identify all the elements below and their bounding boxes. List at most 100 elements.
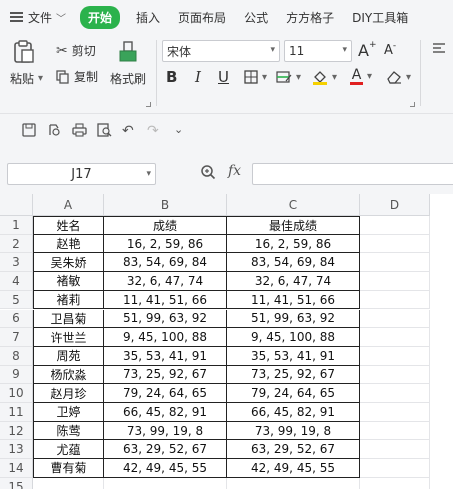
table-header-cell[interactable]: 最佳成绩 xyxy=(227,216,360,235)
table-cell[interactable]: 32, 6, 47, 74 xyxy=(227,272,360,291)
increase-font-button[interactable]: A + xyxy=(358,40,377,61)
copy-button[interactable]: 复制 xyxy=(56,68,98,85)
table-cell[interactable]: 63, 29, 52, 67 xyxy=(104,440,227,460)
underline-button[interactable]: U xyxy=(218,68,229,86)
row-header[interactable]: 5 xyxy=(0,290,33,310)
row-header[interactable]: 8 xyxy=(0,346,33,366)
row-header[interactable]: 4 xyxy=(0,272,33,291)
table-cell[interactable]: 79, 24, 64, 65 xyxy=(227,384,360,403)
grid-cell[interactable] xyxy=(360,384,430,403)
table-cell[interactable]: 许世兰 xyxy=(33,328,104,347)
grid-cell[interactable] xyxy=(360,272,430,291)
grid-cell[interactable] xyxy=(360,365,430,385)
table-cell[interactable]: 35, 53, 41, 91 xyxy=(104,346,227,366)
grid-cell[interactable] xyxy=(360,421,430,441)
table-cell[interactable]: 51, 99, 63, 92 xyxy=(227,309,360,329)
table-cell[interactable]: 尤蕴 xyxy=(33,440,104,460)
grid-cell[interactable] xyxy=(104,477,227,489)
fill-color-button[interactable]: ▾ xyxy=(312,69,337,85)
italic-button[interactable]: I xyxy=(195,68,201,86)
table-cell[interactable]: 9, 45, 100, 88 xyxy=(227,328,360,347)
column-header-b[interactable]: B xyxy=(104,194,227,216)
row-header[interactable]: 11 xyxy=(0,403,33,422)
align-button[interactable] xyxy=(432,42,446,54)
table-cell[interactable]: 周苑 xyxy=(33,346,104,366)
grid-cell[interactable] xyxy=(360,290,430,310)
table-cell[interactable]: 赵艳 xyxy=(33,234,104,254)
tab-home[interactable]: 开始 xyxy=(80,5,121,29)
fx-icon[interactable]: fx xyxy=(228,163,241,179)
redo-icon[interactable]: ↷ xyxy=(147,123,159,139)
grid-cell[interactable] xyxy=(360,459,430,478)
spreadsheet-grid[interactable]: A B C D 1 2 3 4 5 6 7 8 9 10 11 12 13 14 15 姓名 成绩 最佳成绩 赵艳 16, 2… xyxy=(0,194,453,489)
export-icon[interactable] xyxy=(47,123,61,141)
grid-cell[interactable] xyxy=(227,477,360,489)
grid-cell[interactable] xyxy=(360,309,430,329)
name-box[interactable]: J17 ▾ xyxy=(7,163,156,185)
table-cell[interactable]: 褚莉 xyxy=(33,290,104,310)
grid-cell[interactable] xyxy=(360,234,430,254)
table-cell[interactable]: 11, 41, 51, 66 xyxy=(227,290,360,310)
row-header[interactable]: 9 xyxy=(0,365,33,385)
tab-diy-toolbox[interactable]: DIY工具箱 xyxy=(352,9,408,26)
zoom-icon[interactable] xyxy=(200,164,216,184)
table-cell[interactable]: 79, 24, 64, 65 xyxy=(104,384,227,403)
font-name-select[interactable]: 宋体 ▾ xyxy=(162,40,280,62)
table-cell[interactable]: 42, 49, 45, 55 xyxy=(227,459,360,478)
grid-cell[interactable] xyxy=(360,477,430,489)
table-cell[interactable]: 吴朱娇 xyxy=(33,253,104,273)
table-cell[interactable]: 赵月珍 xyxy=(33,384,104,403)
grid-cell[interactable] xyxy=(360,403,430,422)
table-cell[interactable]: 褚敏 xyxy=(33,272,104,291)
table-cell[interactable]: 卫昌菊 xyxy=(33,309,104,329)
grid-cell[interactable] xyxy=(360,440,430,460)
row-header[interactable]: 7 xyxy=(0,328,33,347)
cell-format-button[interactable]: ▾ xyxy=(276,70,301,84)
undo-icon[interactable]: ↶ xyxy=(122,123,134,139)
column-header-c[interactable]: C xyxy=(227,194,360,216)
table-cell[interactable]: 73, 99, 19, 8 xyxy=(227,421,360,441)
row-header[interactable]: 13 xyxy=(0,440,33,460)
table-cell[interactable]: 83, 54, 69, 84 xyxy=(227,253,360,273)
table-cell[interactable]: 卫婷 xyxy=(33,403,104,422)
row-header[interactable]: 15 xyxy=(0,477,33,489)
table-cell[interactable]: 35, 53, 41, 91 xyxy=(227,346,360,366)
table-cell[interactable]: 51, 99, 63, 92 xyxy=(104,309,227,329)
cut-button[interactable]: ✂ 剪切 xyxy=(56,42,96,59)
clear-format-button[interactable]: ▾ xyxy=(386,70,411,84)
table-cell[interactable]: 63, 29, 52, 67 xyxy=(227,440,360,460)
grid-cell[interactable] xyxy=(33,477,104,489)
row-header[interactable]: 14 xyxy=(0,459,33,478)
row-header[interactable]: 6 xyxy=(0,309,33,329)
clipboard-dialog-launcher[interactable] xyxy=(146,102,151,107)
bold-button[interactable]: B xyxy=(166,68,177,86)
table-cell[interactable]: 32, 6, 47, 74 xyxy=(104,272,227,291)
table-cell[interactable]: 73, 25, 92, 67 xyxy=(227,365,360,385)
table-cell[interactable]: 16, 2, 59, 86 xyxy=(104,234,227,254)
decrease-font-button[interactable]: A- xyxy=(384,41,396,59)
row-header[interactable]: 1 xyxy=(0,216,33,235)
table-cell[interactable]: 42, 49, 45, 55 xyxy=(104,459,227,478)
font-size-select[interactable]: 11 ▾ xyxy=(284,40,352,62)
table-cell[interactable]: 9, 45, 100, 88 xyxy=(104,328,227,347)
table-cell[interactable]: 16, 2, 59, 86 xyxy=(227,234,360,254)
column-header-d[interactable]: D xyxy=(360,194,430,216)
row-header[interactable]: 2 xyxy=(0,234,33,254)
font-dialog-launcher[interactable] xyxy=(410,102,415,107)
customize-toolbar-icon[interactable]: ⌄ xyxy=(174,123,183,136)
tab-fangfang-grid[interactable]: 方方格子 xyxy=(286,9,334,26)
save-icon[interactable] xyxy=(22,123,36,141)
grid-cell[interactable] xyxy=(360,253,430,273)
table-cell[interactable]: 66, 45, 82, 91 xyxy=(104,403,227,422)
print-icon[interactable] xyxy=(72,123,87,141)
grid-cell[interactable] xyxy=(360,346,430,366)
row-header[interactable]: 12 xyxy=(0,421,33,441)
table-cell[interactable]: 73, 25, 92, 67 xyxy=(104,365,227,385)
table-cell[interactable]: 曹有菊 xyxy=(33,459,104,478)
tab-page-layout[interactable]: 页面布局 xyxy=(178,9,226,26)
table-header-cell[interactable]: 姓名 xyxy=(33,216,104,235)
table-cell[interactable]: 11, 41, 51, 66 xyxy=(104,290,227,310)
select-all-corner[interactable] xyxy=(0,194,33,216)
column-header-a[interactable]: A xyxy=(33,194,104,216)
grid-cell[interactable] xyxy=(360,328,430,347)
